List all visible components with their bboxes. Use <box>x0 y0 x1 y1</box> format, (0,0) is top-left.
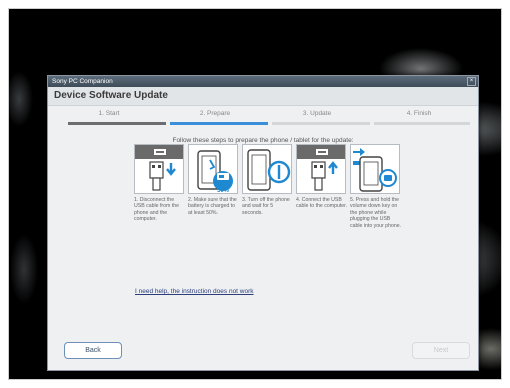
step-card-battery: 50% <box>188 144 238 194</box>
step-label-finish: 4. Finish <box>406 110 432 117</box>
back-button[interactable]: Back <box>64 342 122 359</box>
battery-percent-label: 50% <box>217 188 230 194</box>
connect-usb-icon <box>297 145 345 191</box>
step-card-power-off <box>242 144 292 194</box>
step-label-update: 3. Update <box>302 110 332 117</box>
disconnect-usb-icon <box>135 145 183 191</box>
desktop-screen: Sony PC Companion × Device Software Upda… <box>8 8 502 380</box>
step-text-1: 1. Disconnect the USB cable from the pho… <box>134 197 179 223</box>
step-label-prepare: 2. Prepare <box>199 110 231 117</box>
step-bar-update <box>272 122 370 125</box>
step-card-volume-usb <box>350 144 400 194</box>
step-text-2: 2. Make sure that the battery is charged… <box>188 197 237 216</box>
step-label-start: 1. Start <box>98 110 120 117</box>
step-text-3: 3. Turn off the phone and wait for 5 sec… <box>242 197 290 216</box>
volume-down-usb-icon <box>353 148 397 192</box>
window-title: Sony PC Companion <box>52 78 113 85</box>
step-card-connect <box>296 144 346 194</box>
step-text-4: 4. Connect the USB cable to the computer… <box>296 197 348 210</box>
battery-charge-icon: 50% <box>197 150 233 194</box>
next-button[interactable]: Next <box>412 342 470 359</box>
window-titlebar: Sony PC Companion × <box>48 76 478 87</box>
step-card-disconnect <box>134 144 184 194</box>
step-bar-finish <box>374 122 470 125</box>
close-icon: × <box>469 78 474 84</box>
progress-steps: 1. Start 2. Prepare 3. Update 4. Finish <box>48 106 478 128</box>
instruction-text: Follow these steps to prepare the phone … <box>172 137 354 144</box>
step-bar-start <box>68 122 166 125</box>
power-off-icon <box>247 149 291 191</box>
step-bar-prepare <box>170 122 268 125</box>
page-title: Device Software Update <box>48 87 478 106</box>
pc-companion-window: Sony PC Companion × Device Software Upda… <box>47 75 479 371</box>
step-text-5: 5. Press and hold the volume down key on… <box>350 197 402 229</box>
help-link[interactable]: I need help, the instruction does not wo… <box>135 288 254 295</box>
close-button[interactable]: × <box>467 77 476 86</box>
wallpaper-art-left <box>9 9 49 379</box>
